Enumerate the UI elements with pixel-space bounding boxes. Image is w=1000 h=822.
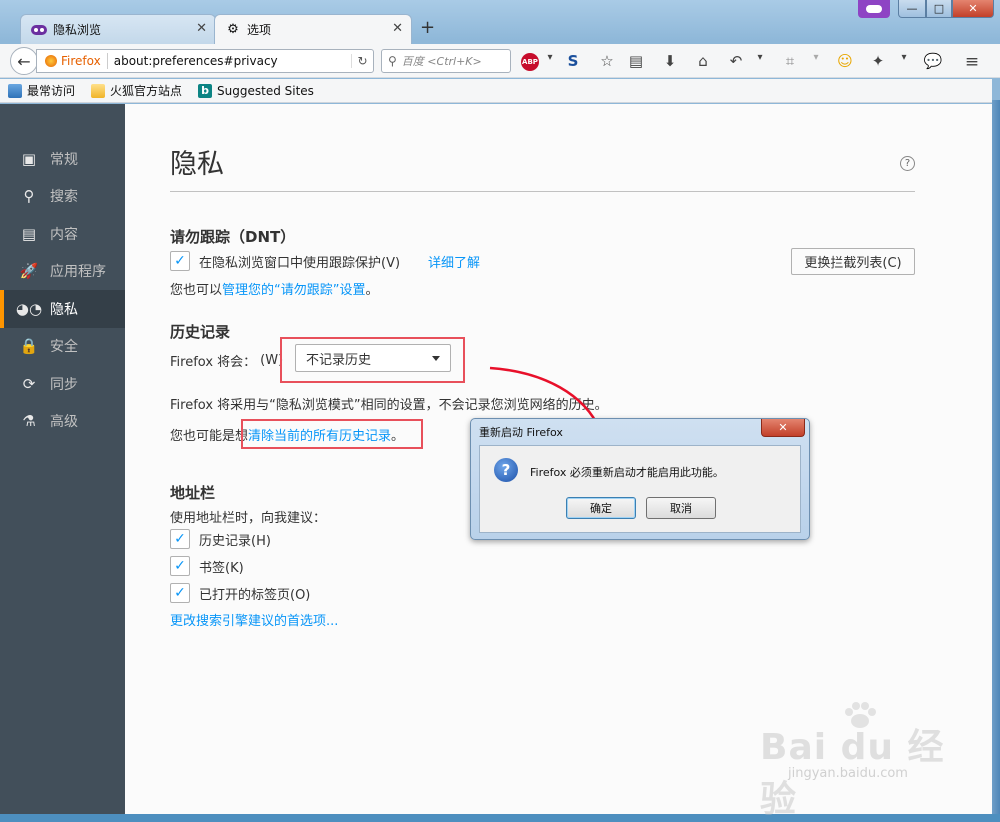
tab-close-icon[interactable]: ✕ (392, 21, 403, 36)
dialog-title: 重新启动 Firefox (479, 426, 563, 439)
dialog-body: ? Firefox 必须重新启动才能启用此功能。 确定 取消 (479, 445, 801, 533)
question-icon: ? (494, 458, 518, 482)
dialog-message: Firefox 必须重新启动才能启用此功能。 (530, 466, 724, 479)
tab-label: 选项 (247, 23, 272, 37)
baidu-watermark: Bai du 经验 jingyan.baidu.com (760, 700, 960, 820)
dialog-close-button[interactable]: ✕ (761, 419, 805, 437)
annotation-arrow (489, 366, 608, 440)
restart-dialog: 重新启动 Firefox ✕ ? Firefox 必须重新启动才能启用此功能。 … (470, 418, 810, 540)
gear-icon: ⚙ (227, 22, 239, 37)
cancel-button[interactable]: 取消 (646, 497, 716, 519)
watermark-url: jingyan.baidu.com (788, 766, 908, 781)
ok-button[interactable]: 确定 (566, 497, 636, 519)
tab-options[interactable]: ⚙ 选项 ✕ (214, 14, 412, 44)
